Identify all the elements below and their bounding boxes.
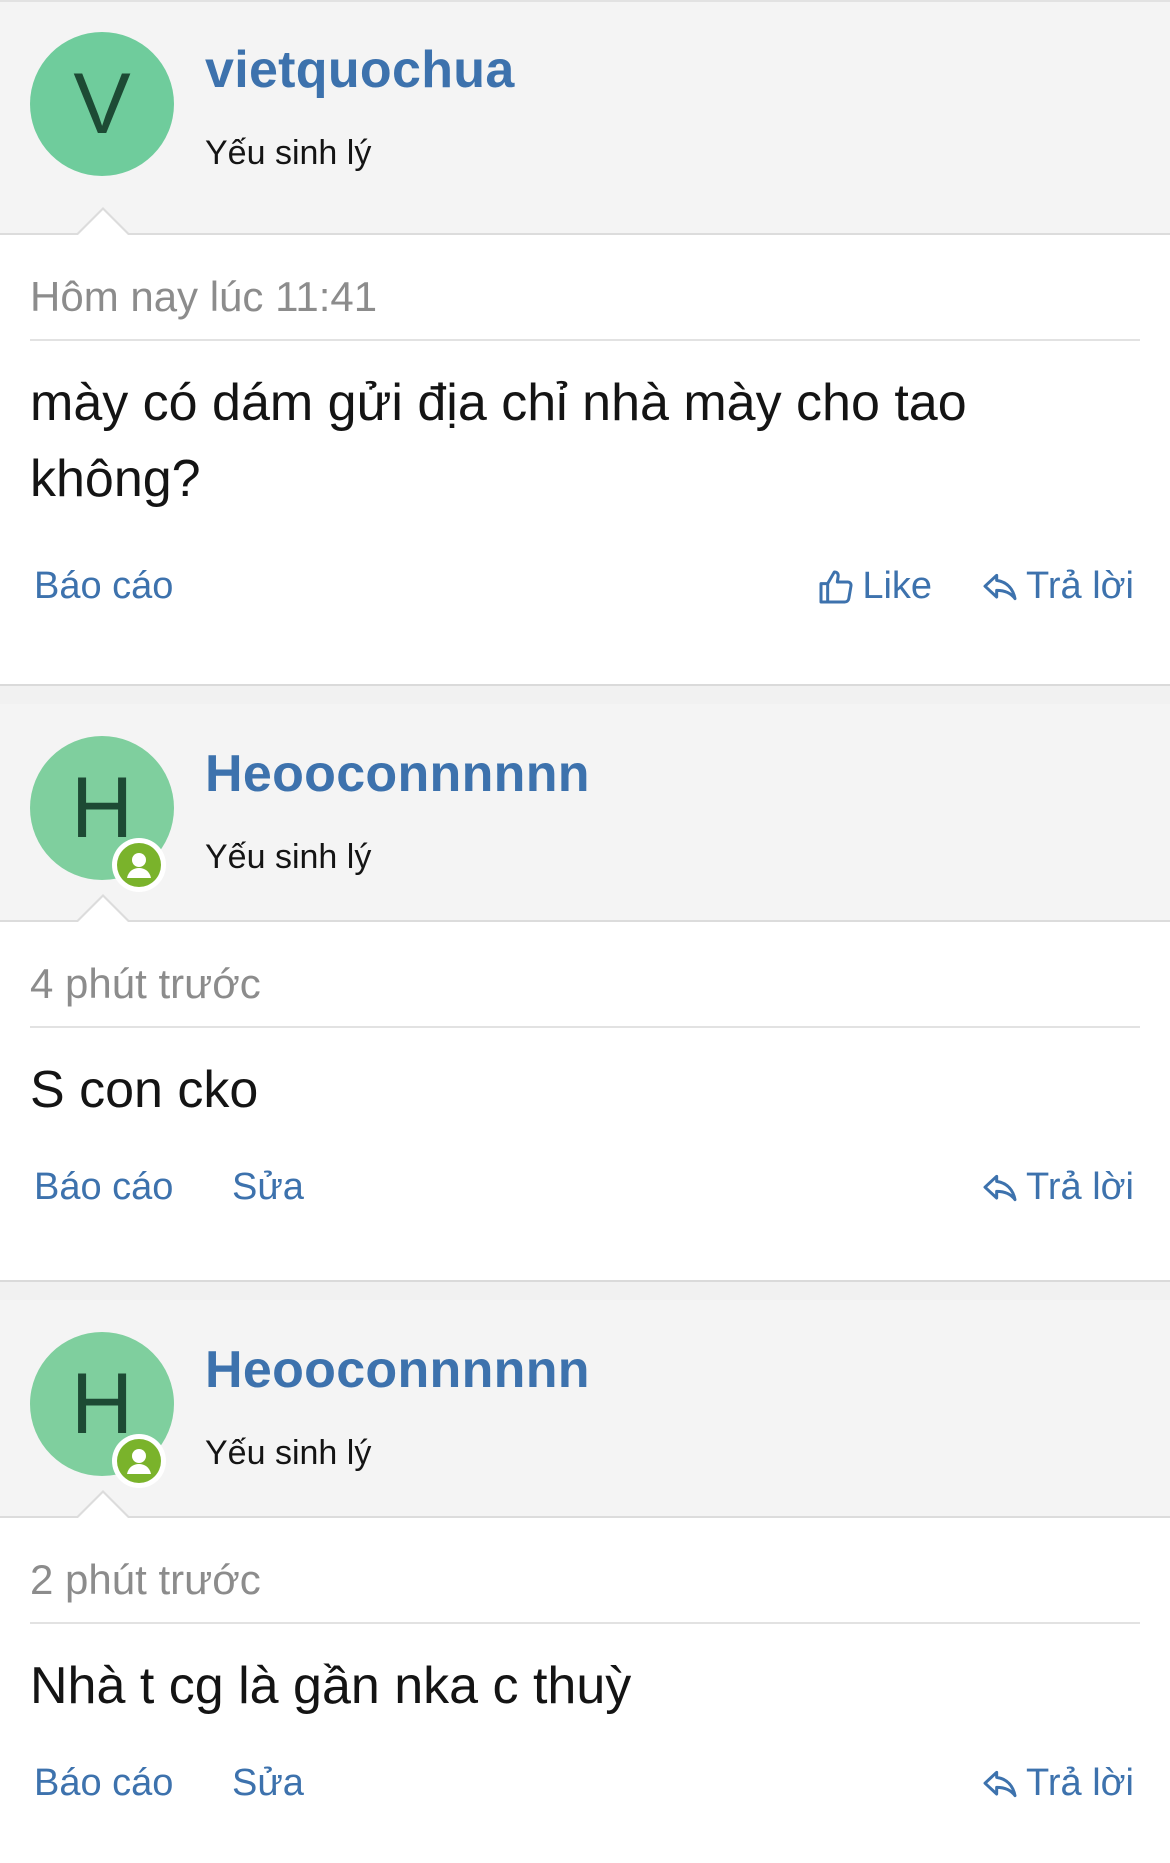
username[interactable]: Heooconnnnnn (205, 1340, 590, 1400)
post-1: V vietquochua Yếu sinh lý Hôm nay lúc 11… (0, 0, 1170, 625)
like-button[interactable]: Like (816, 565, 932, 608)
post-separator (0, 1280, 1170, 1300)
reply-button[interactable]: Trả lời (980, 1762, 1134, 1805)
post-message: S con cko (30, 1061, 259, 1119)
reply-label: Trả lời (1026, 1166, 1134, 1208)
edit-button[interactable]: Sửa (232, 1762, 304, 1804)
like-label: Like (862, 565, 933, 607)
post-message: mày có dám gửi địa chỉ nhà mày cho tao k… (30, 374, 967, 508)
reply-button[interactable]: Trả lời (980, 1166, 1134, 1209)
edit-button[interactable]: Sửa (232, 1166, 304, 1208)
username[interactable]: Heooconnnnnn (205, 744, 590, 804)
header-pointer (75, 1490, 131, 1519)
post-timestamp[interactable]: Hôm nay lúc 11:41 (30, 235, 1140, 341)
online-status-badge (112, 1434, 166, 1488)
report-button[interactable]: Báo cáo (34, 1762, 173, 1804)
post-3: H Heooconnnnnn Yếu sinh lý 2 phút trước … (0, 1300, 1170, 1822)
thumbs-up-icon (819, 570, 853, 604)
post-body: 4 phút trước S con cko Báo cáo Sửa Trả l… (0, 922, 1170, 1226)
header-pointer (75, 207, 131, 236)
post-body: Hôm nay lúc 11:41 mày có dám gửi địa chỉ… (0, 235, 1170, 625)
post-header: H Heooconnnnnn Yếu sinh lý (0, 704, 1170, 923)
user-title: Yếu sinh lý (205, 838, 372, 876)
user-title: Yếu sinh lý (205, 1434, 372, 1472)
username[interactable]: vietquochua (205, 40, 515, 100)
user-title: Yếu sinh lý (205, 134, 372, 172)
post-header: V vietquochua Yếu sinh lý (0, 0, 1170, 236)
online-status-badge (112, 838, 166, 892)
post-header: H Heooconnnnnn Yếu sinh lý (0, 1300, 1170, 1519)
post-separator (0, 684, 1170, 704)
post-2: H Heooconnnnnn Yếu sinh lý 4 phút trước … (0, 704, 1170, 1226)
post-message: Nhà t cg là gần nka c thuỳ (30, 1657, 632, 1715)
reply-icon (983, 1174, 1017, 1201)
reply-icon (983, 1770, 1017, 1797)
post-body: 2 phút trước Nhà t cg là gần nka c thuỳ … (0, 1518, 1170, 1822)
reply-icon (983, 573, 1017, 600)
post-timestamp[interactable]: 4 phút trước (30, 922, 1140, 1028)
post-actions: Báo cáo Sửa Trả lời (30, 1166, 1140, 1226)
header-pointer (75, 894, 131, 923)
post-actions: Báo cáo Like Trả lời (30, 565, 1140, 625)
reply-label: Trả lời (1026, 1762, 1134, 1804)
user-icon (127, 1449, 151, 1474)
post-actions: Báo cáo Sửa Trả lời (30, 1762, 1140, 1822)
report-button[interactable]: Báo cáo (34, 565, 173, 607)
avatar[interactable]: V (30, 32, 174, 176)
reply-label: Trả lời (1026, 565, 1134, 607)
user-icon (127, 853, 151, 878)
report-button[interactable]: Báo cáo (34, 1166, 173, 1208)
reply-button[interactable]: Trả lời (980, 565, 1134, 608)
post-timestamp[interactable]: 2 phút trước (30, 1518, 1140, 1624)
